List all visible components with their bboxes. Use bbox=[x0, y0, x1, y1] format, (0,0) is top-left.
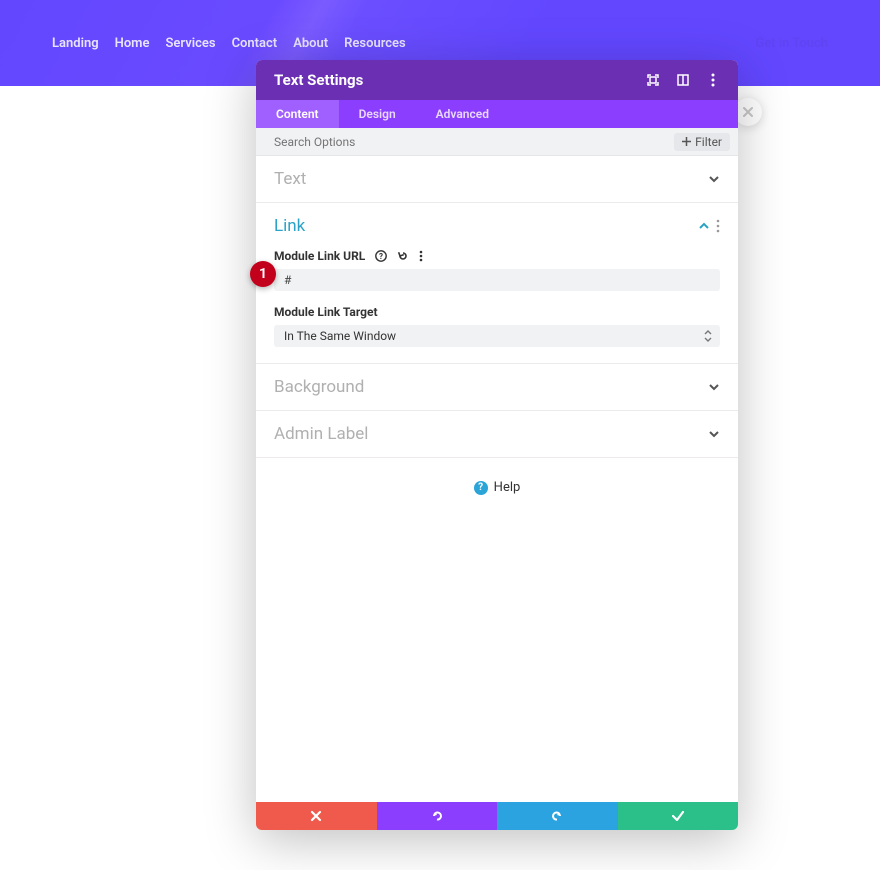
chevron-down-icon bbox=[708, 430, 720, 438]
link-url-input[interactable] bbox=[274, 269, 720, 291]
field-label-url: Module Link URL bbox=[274, 249, 365, 263]
modal-header: Text Settings bbox=[256, 60, 738, 100]
link-target-value: In The Same Window bbox=[284, 329, 396, 343]
modal-footer bbox=[256, 802, 738, 830]
section-background: Background bbox=[256, 364, 738, 411]
filter-button[interactable]: Filter bbox=[674, 133, 730, 151]
field-label-target: Module Link Target bbox=[274, 305, 378, 319]
section-text: Text bbox=[256, 156, 738, 203]
annotation-badge-1: 1 bbox=[250, 261, 276, 287]
redo-button[interactable] bbox=[497, 802, 618, 830]
field-more-icon[interactable] bbox=[419, 250, 423, 262]
section-link: Link Module Link URL ? bbox=[256, 203, 738, 364]
section-title-link: Link bbox=[274, 216, 305, 236]
section-header-text[interactable]: Text bbox=[256, 156, 738, 202]
nav-link-about[interactable]: About bbox=[293, 36, 328, 51]
expand-icon[interactable] bbox=[646, 73, 660, 87]
help-icon[interactable]: ? bbox=[375, 250, 387, 262]
more-icon[interactable] bbox=[706, 73, 720, 87]
section-admin-label: Admin Label bbox=[256, 411, 738, 458]
page-close-button[interactable] bbox=[734, 98, 762, 126]
modal-title: Text Settings bbox=[274, 71, 363, 89]
cancel-button[interactable] bbox=[256, 802, 377, 830]
search-bar: Filter bbox=[256, 128, 738, 156]
section-header-link[interactable]: Link bbox=[256, 203, 738, 249]
settings-modal: Text Settings Content Design Advanced Fi… bbox=[256, 60, 738, 830]
svg-text:?: ? bbox=[379, 252, 383, 261]
section-title-background: Background bbox=[274, 377, 364, 397]
undo-button[interactable] bbox=[377, 802, 498, 830]
search-input[interactable] bbox=[274, 135, 674, 149]
chevron-up-icon bbox=[698, 222, 710, 230]
plus-icon bbox=[682, 137, 691, 146]
nav-link-landing[interactable]: Landing bbox=[52, 36, 99, 51]
nav-link-resources[interactable]: Resources bbox=[344, 36, 406, 51]
section-title-admin-label: Admin Label bbox=[274, 424, 368, 444]
section-header-admin-label[interactable]: Admin Label bbox=[256, 411, 738, 457]
nav-cta[interactable]: Get in Touch bbox=[755, 36, 828, 51]
help-label: Help bbox=[494, 480, 521, 495]
tab-content[interactable]: Content bbox=[256, 100, 339, 128]
help-row[interactable]: ? Help bbox=[256, 458, 738, 517]
section-body-link: Module Link URL ? Module Link Target bbox=[256, 249, 738, 363]
nav-links: Landing Home Services Contact About Reso… bbox=[52, 36, 406, 51]
tabs: Content Design Advanced bbox=[256, 100, 738, 128]
help-circle-icon: ? bbox=[474, 481, 488, 495]
nav-link-home[interactable]: Home bbox=[115, 36, 150, 51]
redo-icon bbox=[550, 809, 564, 823]
panel-layout-icon[interactable] bbox=[676, 73, 690, 87]
close-icon bbox=[310, 810, 322, 822]
tab-design[interactable]: Design bbox=[339, 100, 416, 128]
link-target-select[interactable]: In The Same Window bbox=[274, 325, 720, 347]
confirm-button[interactable] bbox=[618, 802, 739, 830]
filter-label: Filter bbox=[695, 135, 722, 149]
tab-advanced[interactable]: Advanced bbox=[416, 100, 509, 128]
select-chevron-icon bbox=[704, 330, 712, 342]
reset-icon[interactable] bbox=[397, 250, 409, 262]
section-header-background[interactable]: Background bbox=[256, 364, 738, 410]
close-icon bbox=[742, 106, 754, 118]
undo-icon bbox=[430, 809, 444, 823]
nav-link-contact[interactable]: Contact bbox=[232, 36, 278, 51]
section-more-icon[interactable] bbox=[716, 219, 720, 233]
check-icon bbox=[671, 810, 685, 822]
chevron-down-icon bbox=[708, 383, 720, 391]
chevron-down-icon bbox=[708, 175, 720, 183]
nav-link-services[interactable]: Services bbox=[165, 36, 215, 51]
section-title-text: Text bbox=[274, 169, 306, 189]
